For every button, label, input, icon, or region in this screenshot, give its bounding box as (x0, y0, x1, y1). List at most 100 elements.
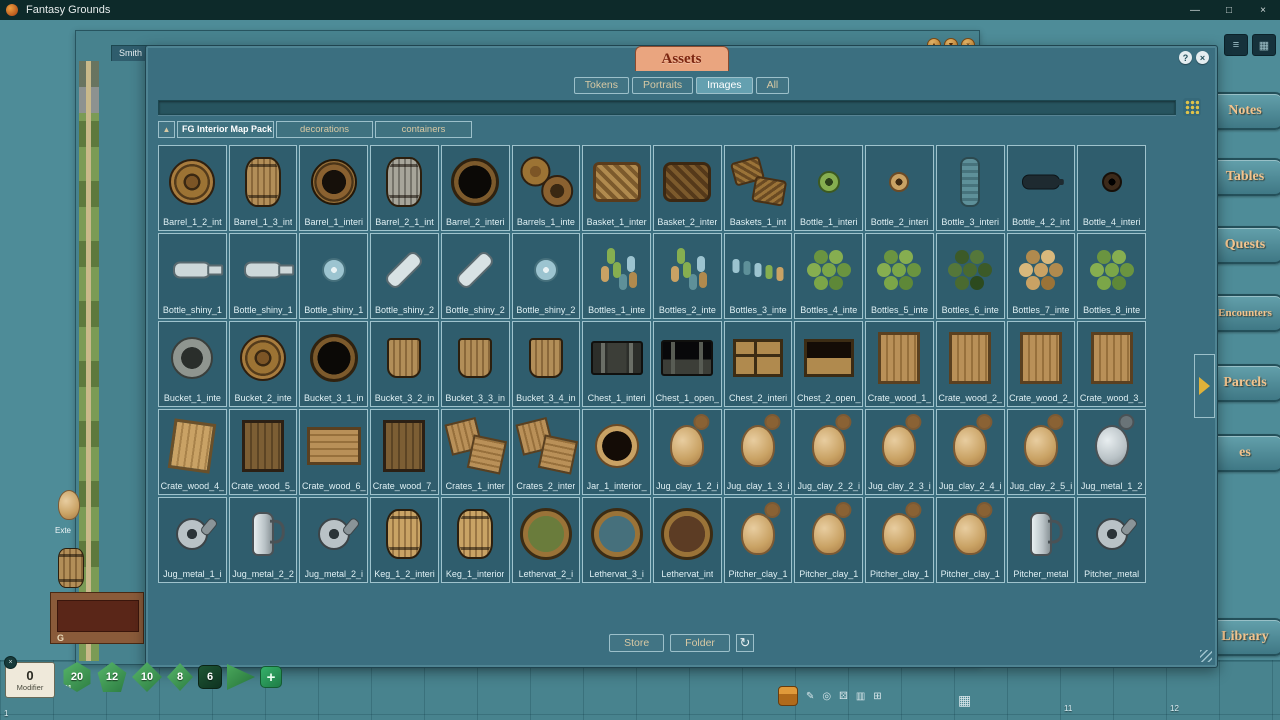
up-folder-icon[interactable]: ▲ (158, 121, 175, 138)
asset-cell[interactable]: Bottle_3_interi (936, 145, 1005, 231)
asset-cell[interactable]: Jug_metal_2_i (299, 497, 368, 583)
store-button[interactable]: Store (609, 634, 664, 652)
maximize-icon[interactable]: □ (1212, 0, 1246, 20)
target-icon[interactable]: ◎ (822, 691, 831, 702)
folder-button[interactable]: Folder (670, 634, 730, 652)
d100-die[interactable]: 91 (64, 685, 72, 692)
asset-cell[interactable]: Pitcher_clay_1 (936, 497, 1005, 583)
asset-cell[interactable]: Bucket_3_3_in (441, 321, 510, 407)
dice-icon[interactable]: ⚄ (839, 691, 848, 702)
next-page-arrow[interactable] (1194, 354, 1215, 418)
asset-cell[interactable]: Crate_wood_2_ (1007, 321, 1076, 407)
draw-icon[interactable]: ✎ (806, 691, 814, 702)
tab-portraits[interactable]: Portraits (632, 77, 693, 94)
asset-cell[interactable]: Bottles_1_inte (582, 233, 651, 319)
asset-cell[interactable]: Bottle_shiny_1 (229, 233, 298, 319)
asset-cell[interactable]: Bucket_1_inte (158, 321, 227, 407)
asset-cell[interactable]: Bottle_4_interi (1077, 145, 1146, 231)
breadcrumb-folder-decorations[interactable]: decorations (276, 121, 373, 138)
asset-cell[interactable]: Bottles_5_inte (865, 233, 934, 319)
asset-cell[interactable]: Crates_1_inter (441, 409, 510, 495)
d10-die[interactable]: 10 (132, 662, 162, 692)
asset-cell[interactable]: Jar_1_interior_ (582, 409, 651, 495)
d6-die[interactable]: 6 (198, 665, 222, 689)
asset-cell[interactable]: Basket_2_inter (653, 145, 722, 231)
asset-cell[interactable]: Barrels_1_inte (512, 145, 581, 231)
breadcrumb-module[interactable]: FG Interior Map Pack 2 (177, 121, 274, 138)
asset-cell[interactable]: Lethervat_3_i (582, 497, 651, 583)
asset-cell[interactable]: Bottle_shiny_2 (370, 233, 439, 319)
asset-cell[interactable]: Bottle_shiny_1 (158, 233, 227, 319)
breadcrumb-folder-containers[interactable]: containers (375, 121, 472, 138)
asset-cell[interactable]: Crate_wood_1_ (865, 321, 934, 407)
close-window-icon[interactable]: × (1246, 0, 1280, 20)
asset-cell[interactable]: Bottles_6_inte (936, 233, 1005, 319)
refresh-icon[interactable]: ↻ (736, 634, 754, 652)
tab-tokens[interactable]: Tokens (574, 77, 629, 94)
asset-cell[interactable]: Bottles_3_inte (724, 233, 793, 319)
asset-cell[interactable]: Bottle_4_2_int (1007, 145, 1076, 231)
asset-cell[interactable]: Crates_2_inter (512, 409, 581, 495)
modifier-box[interactable]: × 0 Modifier (5, 662, 55, 698)
asset-cell[interactable]: Jug_clay_2_2_i (794, 409, 863, 495)
asset-cell[interactable]: Keg_1_2_interi (370, 497, 439, 583)
asset-cell[interactable]: Bucket_3_2_in (370, 321, 439, 407)
asset-cell[interactable]: Baskets_1_int (724, 145, 793, 231)
asset-cell[interactable]: Chest_2_open_ (794, 321, 863, 407)
resize-grip[interactable] (1200, 650, 1212, 662)
asset-cell[interactable]: Jug_clay_2_3_i (865, 409, 934, 495)
dialog-title[interactable]: Assets (635, 46, 729, 71)
token-bag-icon[interactable] (778, 686, 798, 706)
asset-cell[interactable]: Jug_metal_1_2 (1077, 409, 1146, 495)
tab-all[interactable]: All (756, 77, 790, 94)
tab-images[interactable]: Images (696, 77, 752, 94)
barrel-thumbnail[interactable] (58, 548, 84, 588)
asset-cell[interactable]: Bucket_3_1_in (299, 321, 368, 407)
asset-cell[interactable]: Bottle_2_interi (865, 145, 934, 231)
asset-cell[interactable]: Jug_clay_1_3_i (724, 409, 793, 495)
asset-cell[interactable]: Bottle_1_interi (794, 145, 863, 231)
add-die-button[interactable]: + (260, 666, 282, 688)
asset-cell[interactable]: Bottles_7_inte (1007, 233, 1076, 319)
asset-cell[interactable]: Pitcher_metal (1077, 497, 1146, 583)
asset-cell[interactable]: Pitcher_clay_1 (724, 497, 793, 583)
asset-cell[interactable]: Barrel_1_2_int (158, 145, 227, 231)
asset-cell[interactable]: Bottles_4_inte (794, 233, 863, 319)
asset-cell[interactable]: Pitcher_metal (1007, 497, 1076, 583)
asset-cell[interactable]: Lethervat_int (653, 497, 722, 583)
asset-cell[interactable]: Chest_2_interi (724, 321, 793, 407)
asset-cell[interactable]: Basket_1_inter (582, 145, 651, 231)
asset-cell[interactable]: Jug_clay_1_2_i (653, 409, 722, 495)
asset-cell[interactable]: Bucket_3_4_in (512, 321, 581, 407)
filter-bar[interactable] (158, 100, 1176, 115)
d20-die[interactable]: 2091 (62, 662, 92, 692)
asset-cell[interactable]: Chest_1_interi (582, 321, 651, 407)
asset-cell[interactable]: Barrel_1_interi (299, 145, 368, 231)
close-icon[interactable]: × (1196, 51, 1209, 64)
pointer-icon[interactable]: ⊞ (873, 691, 881, 702)
asset-cell[interactable]: Crate_wood_7_ (370, 409, 439, 495)
asset-cell[interactable]: Crate_wood_3_ (1077, 321, 1146, 407)
d12-die[interactable]: 12 (97, 662, 127, 692)
asset-cell[interactable]: Crate_wood_5_ (229, 409, 298, 495)
asset-cell[interactable]: Bottles_2_inte (653, 233, 722, 319)
asset-cell[interactable]: Chest_1_open_ (653, 321, 722, 407)
asset-cell[interactable]: Pitcher_clay_1 (865, 497, 934, 583)
asset-cell[interactable]: Jug_metal_1_i (158, 497, 227, 583)
asset-cell[interactable]: Pitcher_clay_1 (794, 497, 863, 583)
d8-die[interactable]: 8 (167, 663, 193, 691)
asset-cell[interactable]: Jug_clay_2_4_i (936, 409, 1005, 495)
asset-cell[interactable]: Jug_metal_2_2 (229, 497, 298, 583)
asset-cell[interactable]: Bottle_shiny_2 (512, 233, 581, 319)
clear-modifier-icon[interactable]: × (4, 656, 17, 669)
jug-thumbnail[interactable] (58, 490, 80, 520)
minimize-icon[interactable]: — (1178, 0, 1212, 20)
d4-die[interactable] (227, 664, 255, 690)
asset-cell[interactable]: Barrel_2_1_int (370, 145, 439, 231)
table-icon[interactable]: ▦ (958, 692, 971, 709)
asset-cell[interactable]: Crate_wood_2_ (936, 321, 1005, 407)
grid-icon[interactable]: ▦ (1252, 34, 1276, 56)
asset-cell[interactable]: Barrel_2_interi (441, 145, 510, 231)
asset-cell[interactable]: Bottles_8_inte (1077, 233, 1146, 319)
asset-cell[interactable]: Barrel_1_3_int (229, 145, 298, 231)
